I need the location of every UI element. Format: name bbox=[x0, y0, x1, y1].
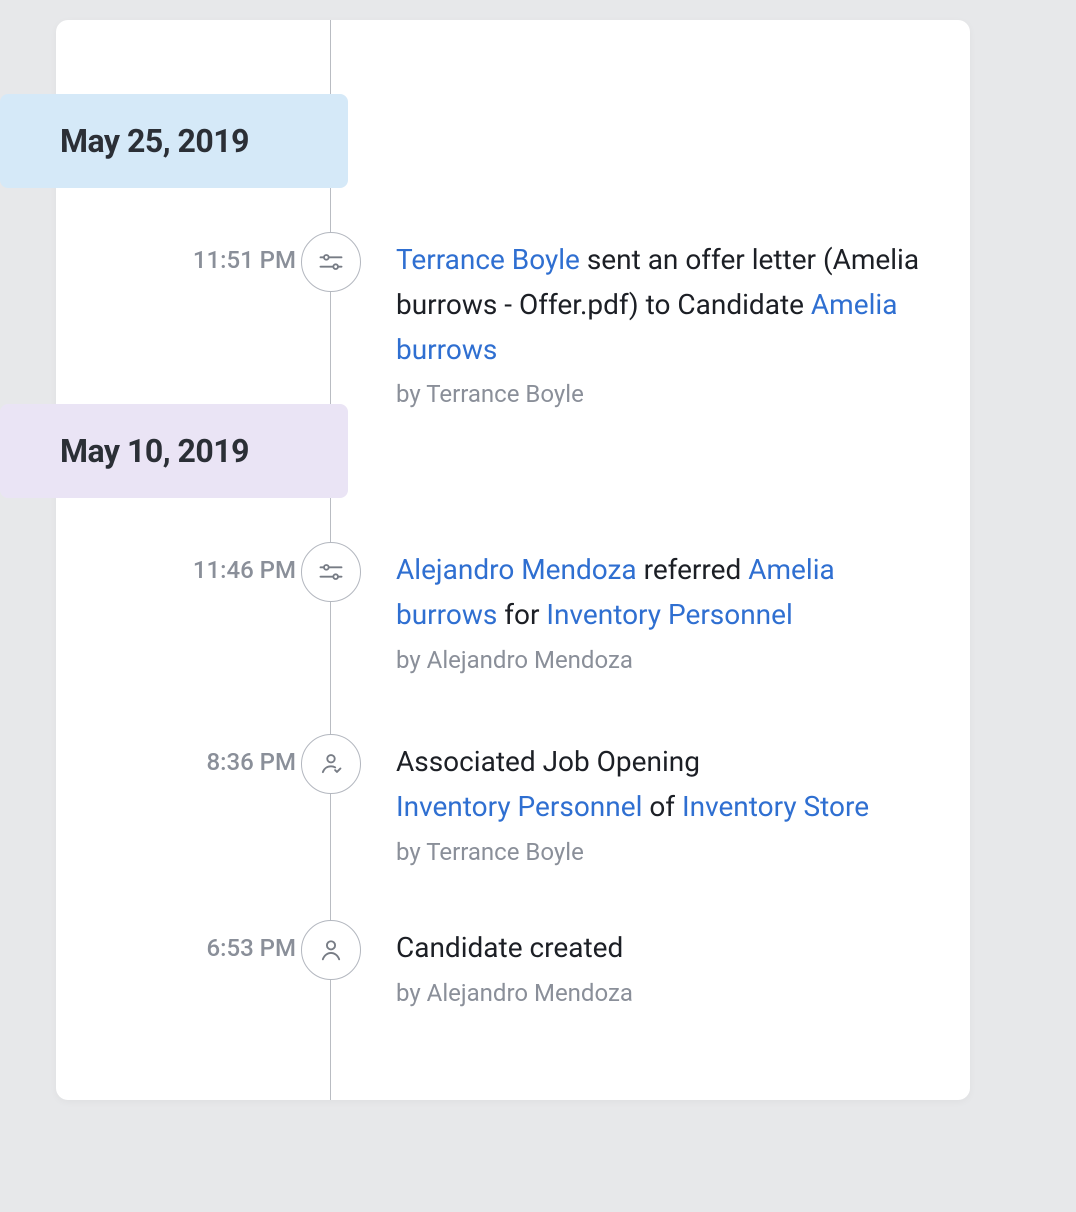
entry-content: Candidate created by Alejandro Mendoza bbox=[366, 916, 970, 1007]
entry-content: Alejandro Mendoza referred Amelia burrow… bbox=[366, 538, 970, 674]
entry-title: Candidate created bbox=[396, 931, 623, 964]
job-link[interactable]: Inventory Personnel bbox=[546, 598, 792, 631]
timeline-entry: 8:36 PM Associated Job Opening Inventory… bbox=[56, 730, 970, 866]
person-check-icon bbox=[301, 734, 361, 794]
entry-time: 8:36 PM bbox=[56, 730, 296, 776]
sliders-icon bbox=[301, 232, 361, 292]
entry-content: Associated Job Opening Inventory Personn… bbox=[366, 730, 970, 866]
entry-time: 11:46 PM bbox=[56, 538, 296, 584]
by-label: by bbox=[396, 646, 427, 674]
dept-link[interactable]: Inventory Store bbox=[682, 790, 869, 823]
entry-node-col bbox=[296, 228, 366, 292]
entry-content: Terrance Boyle sent an offer letter (Ame… bbox=[366, 228, 970, 408]
entry-title: Associated Job Opening bbox=[396, 740, 930, 785]
entry-headline: Terrance Boyle sent an offer letter (Ame… bbox=[396, 238, 930, 372]
by-label: by bbox=[396, 380, 426, 408]
entry-headline: Associated Job Opening Inventory Personn… bbox=[396, 740, 930, 830]
by-label: by bbox=[396, 838, 426, 866]
date-chip: May 10, 2019 bbox=[0, 404, 348, 498]
by-label: by bbox=[396, 979, 427, 1007]
date-chip: May 25, 2019 bbox=[0, 94, 348, 188]
actor-link[interactable]: Alejandro Mendoza bbox=[396, 553, 637, 586]
sliders-icon bbox=[301, 542, 361, 602]
timeline-entry: 11:51 PM Terrance Boyle sent an offer le… bbox=[56, 228, 970, 408]
entry-node-col bbox=[296, 538, 366, 602]
entry-time: 11:51 PM bbox=[56, 228, 296, 274]
timeline-entry: 11:46 PM Alejandro Mendoza referred Amel… bbox=[56, 538, 970, 674]
entry-text: for bbox=[497, 598, 546, 631]
by-name: Terrance Boyle bbox=[426, 380, 584, 408]
by-name: Alejandro Mendoza bbox=[427, 646, 633, 674]
actor-link[interactable]: Terrance Boyle bbox=[396, 243, 580, 276]
job-link[interactable]: Inventory Personnel bbox=[396, 790, 642, 823]
entry-byline: by Terrance Boyle bbox=[396, 380, 930, 408]
entry-text: of bbox=[642, 790, 682, 823]
entry-headline: Candidate created bbox=[396, 926, 930, 971]
entry-text: referred bbox=[637, 553, 749, 586]
entry-headline: Alejandro Mendoza referred Amelia burrow… bbox=[396, 548, 930, 638]
entry-node-col bbox=[296, 916, 366, 980]
timeline-entry: 6:53 PM Candidate created by Alejandro M… bbox=[56, 916, 970, 1007]
entry-node-col bbox=[296, 730, 366, 794]
by-name: Alejandro Mendoza bbox=[427, 979, 633, 1007]
person-icon bbox=[301, 920, 361, 980]
entry-byline: by Alejandro Mendoza bbox=[396, 979, 930, 1007]
entry-time: 6:53 PM bbox=[56, 916, 296, 962]
entry-byline: by Alejandro Mendoza bbox=[396, 646, 930, 674]
entry-byline: by Terrance Boyle bbox=[396, 838, 930, 866]
by-name: Terrance Boyle bbox=[426, 838, 584, 866]
